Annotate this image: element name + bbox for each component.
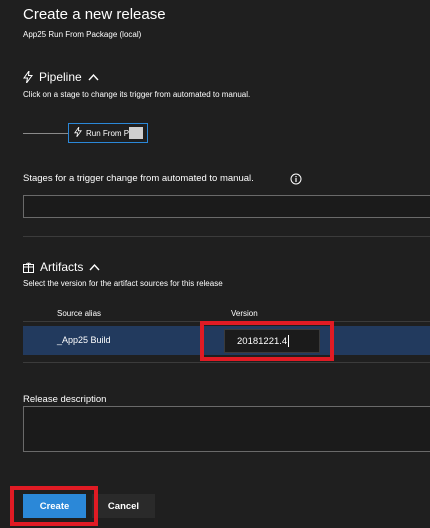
- column-header-source-alias: Source alias: [57, 309, 102, 318]
- panel-title: Create a new release: [23, 6, 166, 23]
- pipeline-help-text: Click on a stage to change its trigger f…: [23, 90, 251, 99]
- lightning-icon: [74, 124, 82, 142]
- artifacts-help-text: Select the version for the artifact sour…: [23, 279, 223, 288]
- package-icon: [23, 262, 34, 273]
- artifact-source-alias: _App25 Build: [57, 335, 111, 345]
- highlight-box-create: [10, 486, 98, 526]
- cancel-button[interactable]: Cancel: [92, 494, 155, 518]
- stage-run-from-package[interactable]: Run From Pa: [68, 123, 148, 143]
- release-description-textarea[interactable]: [23, 406, 430, 452]
- section-divider: [23, 236, 430, 237]
- chevron-up-icon[interactable]: [89, 263, 100, 271]
- stage-label-overflow: [129, 127, 143, 139]
- info-icon[interactable]: [290, 172, 302, 190]
- chevron-up-icon[interactable]: [88, 73, 99, 81]
- pipeline-heading: Pipeline: [39, 70, 82, 84]
- artifacts-heading: Artifacts: [40, 260, 84, 274]
- column-header-version: Version: [231, 309, 258, 318]
- panel-subtitle: App25 Run From Package (local): [23, 30, 142, 39]
- pipeline-connector: [23, 133, 68, 134]
- release-description-label: Release description: [23, 394, 107, 405]
- table-row-divider: [23, 362, 430, 363]
- stages-trigger-input[interactable]: [23, 195, 430, 218]
- stages-trigger-label: Stages for a trigger change from automat…: [23, 173, 254, 184]
- lightning-icon: [23, 71, 33, 83]
- stage-label: Run From Pa: [86, 128, 134, 138]
- pipeline-section-header[interactable]: Pipeline: [23, 70, 99, 84]
- highlight-box-version: [200, 321, 334, 361]
- artifacts-section-header[interactable]: Artifacts: [23, 260, 100, 274]
